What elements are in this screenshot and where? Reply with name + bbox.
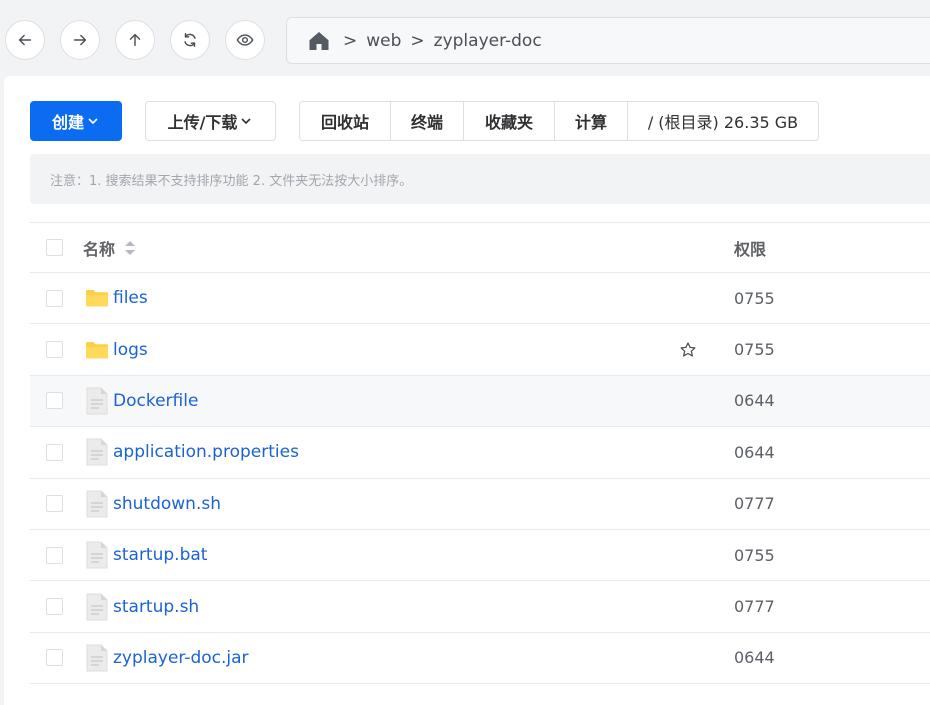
row-checkbox[interactable] [46,598,63,616]
create-dropdown-button[interactable]: 创建 [30,101,122,141]
table-row[interactable]: application.properties 0644 [30,427,930,479]
upload-button-label: 上传/下载 [167,113,238,132]
refresh-button[interactable] [170,20,210,60]
file-name-cell: Dockerfile [85,387,198,415]
file-icon [86,593,108,621]
select-all-checkbox[interactable] [46,239,63,256]
file-name-link[interactable]: logs [113,340,148,360]
file-name-cell: startup.bat [85,541,207,569]
arrow-up-icon [129,33,141,47]
permission-column-header: 权限 [734,239,767,259]
name-column-header[interactable]: 名称 [83,236,137,260]
permission-value: 0644 [734,648,775,668]
row-checkbox[interactable] [46,289,63,307]
file-table: 名称 权限 files 0755 logs 0755 Dockerfile 0644 app… [30,222,930,685]
file-name-cell: zyplayer-doc.jar [85,644,249,672]
navigation-bar: > web > zyplayer-doc [0,0,930,76]
home-icon[interactable] [307,29,331,53]
breadcrumb-separator: > [410,30,425,51]
file-name-link[interactable]: files [113,288,148,308]
permission-value: 0755 [734,288,775,308]
file-name-cell: shutdown.sh [85,490,221,518]
file-icon [86,387,108,415]
forward-button[interactable] [60,20,100,60]
arrow-right-icon [73,34,87,46]
table-row[interactable]: shutdown.sh 0777 [30,479,930,530]
file-name-cell: application.properties [85,438,299,466]
file-icon [86,541,108,569]
create-button-label: 创建 [51,113,84,132]
name-column-label: 名称 [83,239,116,259]
file-name-link[interactable]: zyplayer-doc.jar [113,648,249,668]
permission-value: 0755 [734,340,775,360]
path-breadcrumb[interactable]: > web > zyplayer-doc [286,17,930,64]
row-checkbox[interactable] [46,443,63,461]
breadcrumb-separator: > [343,30,358,51]
permission-value: 0777 [734,494,775,514]
table-row[interactable]: zyplayer-doc.jar 0644 [30,633,930,685]
arrow-left-icon [18,34,32,46]
file-name-link[interactable]: application.properties [113,442,299,462]
refresh-icon [184,32,196,48]
file-name-link[interactable]: Dockerfile [113,391,198,411]
file-manager-panel: 创建 上传/下载 回收站 终端 收藏夹 计算 / (根目录) 26.35 GB … [4,76,930,705]
row-checkbox[interactable] [46,495,63,513]
preview-toggle-button[interactable] [225,20,265,60]
file-icon [86,644,108,672]
permission-value: 0644 [734,391,775,411]
eye-icon [236,34,254,46]
terminal-button[interactable]: 终端 [391,102,464,140]
file-name-cell: logs [85,340,148,360]
star-icon[interactable] [679,341,697,359]
back-button[interactable] [5,20,45,60]
file-name-link[interactable]: startup.sh [113,597,199,617]
calculate-size-button[interactable]: 计算 [555,102,628,140]
table-row[interactable]: startup.bat 0755 [30,530,930,582]
row-checkbox[interactable] [46,392,63,410]
table-row[interactable]: logs 0755 [30,324,930,376]
table-row[interactable]: Dockerfile 0644 [30,375,930,428]
row-checkbox[interactable] [46,546,63,564]
recycle-bin-button[interactable]: 回收站 [300,102,391,140]
favorites-button[interactable]: 收藏夹 [464,102,555,140]
file-name-cell: startup.sh [85,593,199,621]
sort-icon[interactable] [123,240,137,256]
upload-download-dropdown-button[interactable]: 上传/下载 [145,101,276,141]
table-header: 名称 权限 [30,222,930,273]
permission-value: 0755 [734,545,775,565]
chevron-down-icon [241,118,251,125]
folder-icon [86,290,108,307]
row-checkbox[interactable] [46,649,63,667]
folder-icon [86,341,108,359]
tools-button-group: 回收站 终端 收藏夹 计算 / (根目录) 26.35 GB [299,101,819,141]
file-icon [86,490,108,518]
chevron-down-icon [88,118,98,125]
disk-usage-button[interactable]: / (根目录) 26.35 GB [628,102,818,140]
file-name-cell: files [85,288,148,308]
file-icon [86,438,108,466]
row-checkbox[interactable] [46,341,63,359]
file-name-link[interactable]: startup.bat [113,545,207,565]
table-row[interactable]: startup.sh 0777 [30,581,930,633]
permission-value: 0644 [734,442,775,462]
permission-value: 0777 [734,597,775,617]
file-name-link[interactable]: shutdown.sh [113,494,221,514]
breadcrumb-item-web[interactable]: web [366,31,401,51]
notice-bar: 注意：1. 搜索结果不支持排序功能 2. 文件夹无法按大小排序。 [30,154,930,204]
table-row[interactable]: files 0755 [30,273,930,325]
breadcrumb-item-zyplayer-doc[interactable]: zyplayer-doc [434,31,542,51]
up-button[interactable] [115,20,155,60]
